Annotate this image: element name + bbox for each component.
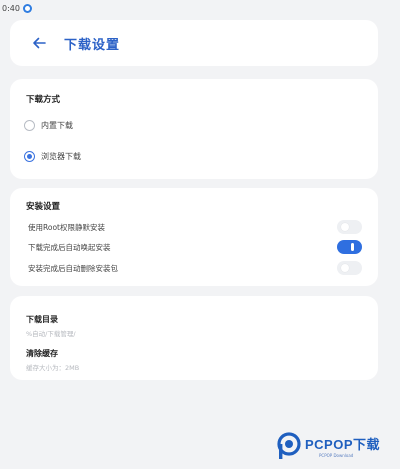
back-button[interactable] [24, 28, 54, 58]
clear-cache-title: 清除缓存 [26, 349, 58, 358]
notification-icon [22, 3, 32, 13]
radio-label: 浏览器下载 [41, 152, 81, 161]
arrow-left-icon [33, 37, 46, 49]
toggle-knob [351, 243, 354, 251]
toggle-knob [341, 264, 349, 272]
toggle-switch[interactable] [337, 261, 362, 275]
setting-auto-delete-package: 安装完成后自动删除安装包 [10, 260, 378, 276]
setting-label: 安装完成后自动删除安装包 [28, 263, 118, 273]
watermark-text: PCPOP下载 [305, 437, 381, 452]
radio-unchecked-icon [24, 120, 35, 131]
app-header: 下载设置 [10, 20, 378, 66]
cache-size-text: 缓存大小为：2MB [26, 364, 80, 372]
setting-label: 使用Root权限静默安装 [28, 222, 105, 232]
toggle-knob [341, 223, 349, 231]
pcpop-logo-icon [277, 432, 301, 459]
page-title: 下载设置 [64, 37, 121, 53]
install-settings-card: 安装设置 使用Root权限静默安装 下载完成后自动唤起安装 安装完成后自动删除安… [10, 188, 378, 286]
radio-checked-icon [24, 151, 35, 162]
download-method-card: 下载方式 内置下载 浏览器下载 [10, 79, 378, 179]
toggle-switch[interactable] [337, 240, 362, 254]
clear-cache-item[interactable]: 清除缓存 缓存大小为：2MB [26, 348, 79, 372]
setting-label: 下载完成后自动唤起安装 [28, 242, 111, 252]
storage-card: 下载目录 %自动/下载管理/ 清除缓存 缓存大小为：2MB [10, 296, 378, 380]
setting-root-silent-install: 使用Root权限静默安装 [10, 219, 378, 235]
status-time: 0:40 [2, 3, 20, 13]
toggle-switch[interactable] [337, 220, 362, 234]
pcpop-watermark: PCPOP下载 PCPOP Download [276, 432, 380, 460]
download-directory-item[interactable]: 下载目录 %自动/下载管理/ [26, 314, 76, 338]
radio-label: 内置下载 [41, 121, 73, 130]
watermark-subtext: PCPOP Download [319, 453, 354, 458]
download-directory-title: 下载目录 [26, 315, 58, 324]
radio-builtin-download[interactable]: 内置下载 [24, 120, 73, 131]
download-method-title: 下载方式 [26, 95, 61, 105]
status-bar: 0:40 [0, 0, 400, 16]
setting-auto-launch-install: 下载完成后自动唤起安装 [10, 239, 378, 255]
install-settings-title: 安装设置 [26, 202, 61, 212]
download-directory-path: %自动/下载管理/ [26, 330, 76, 338]
radio-browser-download[interactable]: 浏览器下载 [24, 151, 81, 162]
